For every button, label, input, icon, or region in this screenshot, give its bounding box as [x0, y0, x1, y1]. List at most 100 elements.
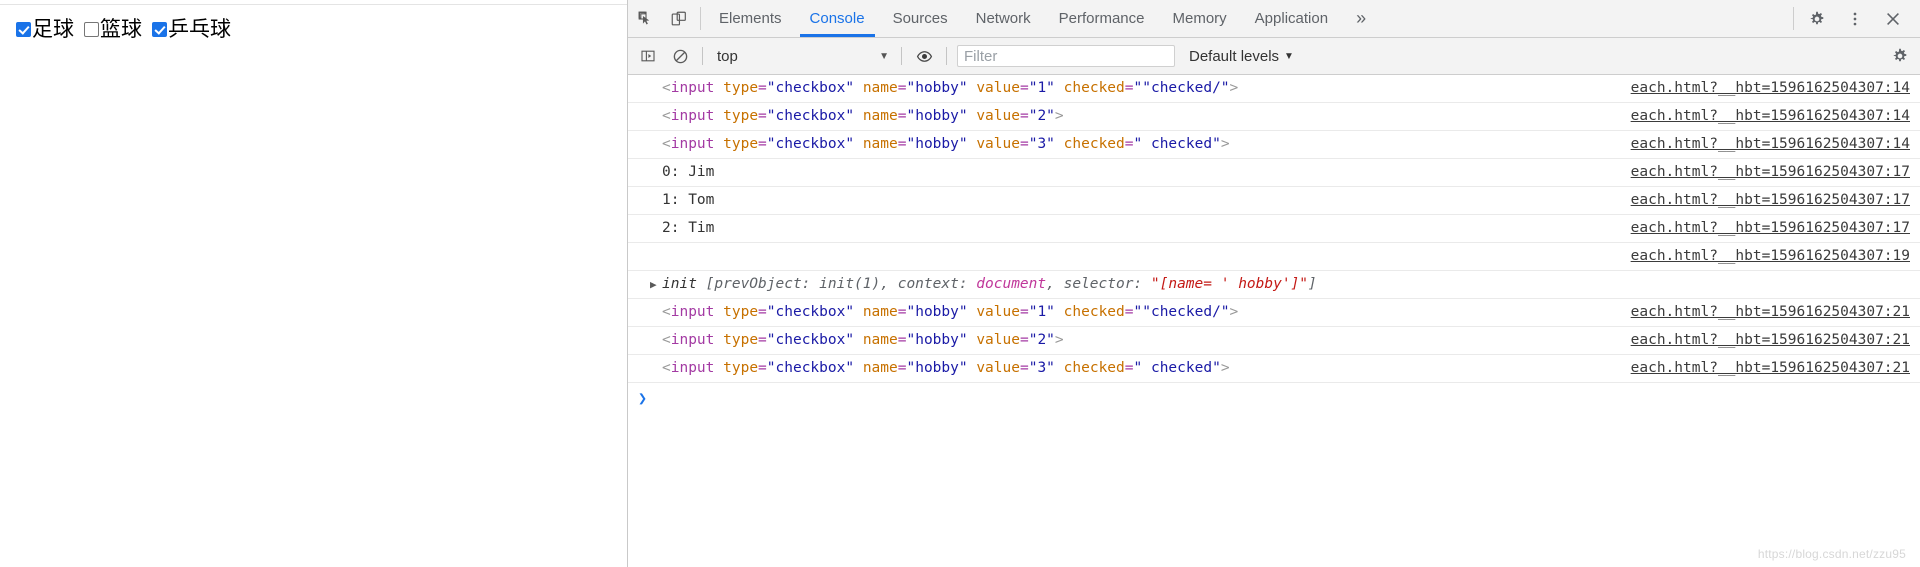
- console-message-row[interactable]: <input type="checkbox" name="hobby" valu…: [628, 327, 1920, 356]
- token-attr: checked: [1063, 136, 1125, 153]
- tab-label: Memory: [1172, 10, 1227, 27]
- token-punct: >: [1220, 360, 1230, 377]
- console-message-text: <input type="checkbox" name="hobby" valu…: [628, 78, 1238, 99]
- token-attr: type: [723, 80, 759, 96]
- console-message-row[interactable]: <input type="checkbox" name="hobby" valu…: [628, 299, 1920, 328]
- console-message-text: 1: Tom: [628, 190, 714, 211]
- console-message-row[interactable]: <input type="checkbox" name="hobby" valu…: [628, 131, 1920, 160]
- token-attr: type: [723, 304, 759, 321]
- console-source-link[interactable]: each.html?__hbt=1596162504307:21: [1613, 330, 1910, 351]
- console-message-row[interactable]: 2: Tim each.html?__hbt=1596162504307:17: [628, 215, 1920, 244]
- token-val: "hobby": [906, 304, 968, 321]
- token-val: "1": [1028, 304, 1055, 321]
- console-sidebar-icon[interactable]: [632, 42, 664, 70]
- console-message-row[interactable]: <input type="checkbox" name="hobby" valu…: [628, 103, 1920, 132]
- console-settings-icon[interactable]: [1884, 42, 1916, 70]
- console-source-link[interactable]: each.html?__hbt=1596162504307:14: [1613, 78, 1910, 99]
- console-source-link[interactable]: each.html?__hbt=1596162504307:21: [1613, 358, 1910, 379]
- tab-elements[interactable]: Elements: [705, 0, 796, 37]
- token-attr: value: [976, 332, 1020, 349]
- token-punct: <: [662, 304, 671, 321]
- token-attr: value: [976, 80, 1020, 96]
- log-levels-dropdown[interactable]: Default levels ▼: [1189, 48, 1294, 65]
- clear-console-icon[interactable]: [664, 42, 696, 70]
- token-attr: type: [723, 332, 759, 349]
- devtools-panel: Elements Console Sources Network Performance…: [628, 0, 1920, 567]
- token-attr: type: [723, 136, 759, 153]
- console-source-link[interactable]: each.html?__hbt=1596162504307:21: [1613, 302, 1910, 323]
- tab-memory[interactable]: Memory: [1159, 0, 1241, 37]
- chevron-down-icon-levels: ▼: [1284, 50, 1294, 62]
- tab-label: Application: [1254, 10, 1329, 27]
- expand-arrow-icon[interactable]: ▶: [650, 277, 662, 293]
- tab-label: Console: [809, 10, 865, 27]
- console-source-link[interactable]: each.html?__hbt=1596162504307:19: [1613, 246, 1910, 267]
- tabbar-spacer: [1380, 0, 1789, 37]
- console-source-link[interactable]: each.html?__hbt=1596162504307:14: [1613, 106, 1910, 127]
- token-val: "checkbox": [766, 136, 855, 153]
- console-source-link[interactable]: each.html?__hbt=1596162504307:17: [1613, 162, 1910, 183]
- tab-label: Elements: [719, 10, 782, 27]
- token-eq: =: [1019, 80, 1029, 96]
- console-message-row[interactable]: 0: Jim each.html?__hbt=1596162504307:17: [628, 159, 1920, 188]
- token-val: "checkbox": [766, 108, 855, 125]
- hobby-checkbox-item-3[interactable]: 乒乓球: [152, 19, 231, 40]
- console-message-row[interactable]: each.html?__hbt=1596162504307:19: [628, 243, 1920, 272]
- tab-console[interactable]: Console: [796, 0, 879, 37]
- hobby-checkbox-item-2[interactable]: 篮球: [84, 19, 142, 40]
- console-source-link[interactable]: each.html?__hbt=1596162504307:17: [1613, 190, 1910, 211]
- token-val: "hobby": [906, 332, 968, 349]
- gear-icon[interactable]: [1798, 0, 1836, 37]
- token-eq: =: [1124, 80, 1134, 96]
- token-attr: name: [862, 136, 898, 153]
- console-message-row[interactable]: ▶ init [prevObject: init(1), context: doc…: [628, 271, 1920, 300]
- token-eq: =: [758, 136, 767, 153]
- more-options-icon[interactable]: [1836, 0, 1874, 37]
- token-eq: =: [1019, 332, 1029, 349]
- tab-network[interactable]: Network: [962, 0, 1045, 37]
- token-tag: input: [670, 332, 715, 349]
- token-attr: name: [862, 80, 898, 96]
- console-context-selector[interactable]: top ▼: [709, 48, 895, 65]
- checkbox-input-2[interactable]: [84, 22, 99, 37]
- console-plain-text: 0: Jim: [662, 164, 715, 181]
- hobby-checkbox-group: 足球 篮球 乒乓球: [0, 5, 627, 40]
- console-source-link[interactable]: each.html?__hbt=1596162504307:14: [1613, 134, 1910, 155]
- console-source-link[interactable]: each.html?__hbt=1596162504307:17: [1613, 218, 1910, 239]
- console-message-row[interactable]: <input type="checkbox" name="hobby" valu…: [628, 355, 1920, 384]
- token-val: " checked": [1133, 136, 1221, 153]
- checkbox-label-2: 篮球: [100, 17, 142, 41]
- checkbox-input-1[interactable]: [16, 22, 31, 37]
- token-attr: checked: [1063, 360, 1125, 377]
- device-toolbar-icon[interactable]: [662, 0, 696, 37]
- inspect-element-icon[interactable]: [628, 0, 662, 37]
- token-eq: =: [758, 304, 767, 321]
- checkbox-input-3[interactable]: [152, 22, 167, 37]
- token-val: "checkbox": [766, 80, 855, 96]
- token-punct: <: [662, 108, 671, 125]
- close-icon[interactable]: [1874, 0, 1912, 37]
- token-eq: =: [758, 108, 767, 125]
- tab-performance[interactable]: Performance: [1045, 0, 1159, 37]
- tab-application[interactable]: Application: [1241, 0, 1342, 37]
- token-punct: >: [1054, 332, 1064, 349]
- console-prompt[interactable]: ❯: [628, 383, 1920, 413]
- console-message-row[interactable]: <input type="checkbox" name="hobby" valu…: [628, 75, 1920, 104]
- filter-input[interactable]: Filter: [957, 45, 1175, 67]
- token-val: "checkbox": [766, 304, 855, 321]
- tab-sources[interactable]: Sources: [879, 0, 962, 37]
- token-val: "1": [1028, 80, 1055, 96]
- console-message-list[interactable]: <input type="checkbox" name="hobby" valu…: [628, 75, 1920, 567]
- more-tabs-button[interactable]: »: [1342, 0, 1380, 37]
- token-attr: name: [862, 332, 898, 349]
- live-expression-icon[interactable]: [908, 42, 940, 70]
- console-message-text: <input type="checkbox" name="hobby" valu…: [628, 134, 1230, 155]
- checkbox-label-3: 乒乓球: [168, 17, 231, 41]
- console-message-row[interactable]: 1: Tom each.html?__hbt=1596162504307:17: [628, 187, 1920, 216]
- hobby-checkbox-item-1[interactable]: 足球: [16, 19, 74, 40]
- token-punct: <: [662, 360, 671, 377]
